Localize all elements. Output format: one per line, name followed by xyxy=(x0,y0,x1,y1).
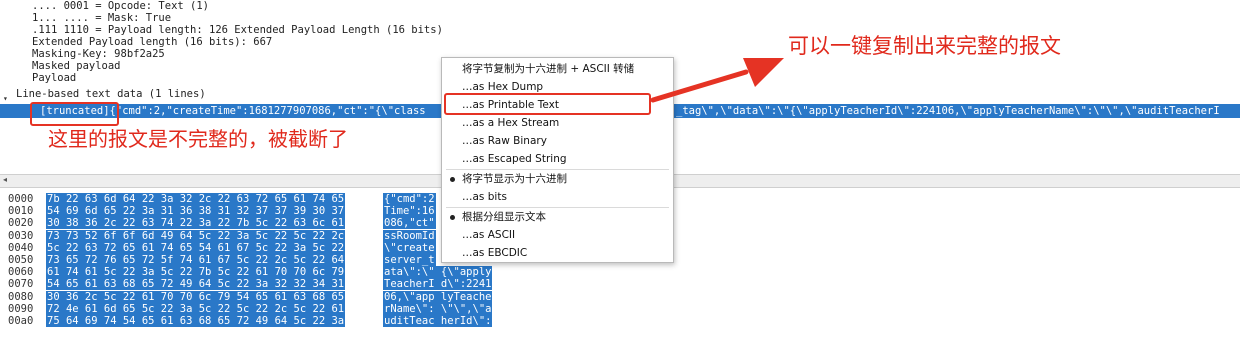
annotation-arrow-icon xyxy=(650,58,784,103)
